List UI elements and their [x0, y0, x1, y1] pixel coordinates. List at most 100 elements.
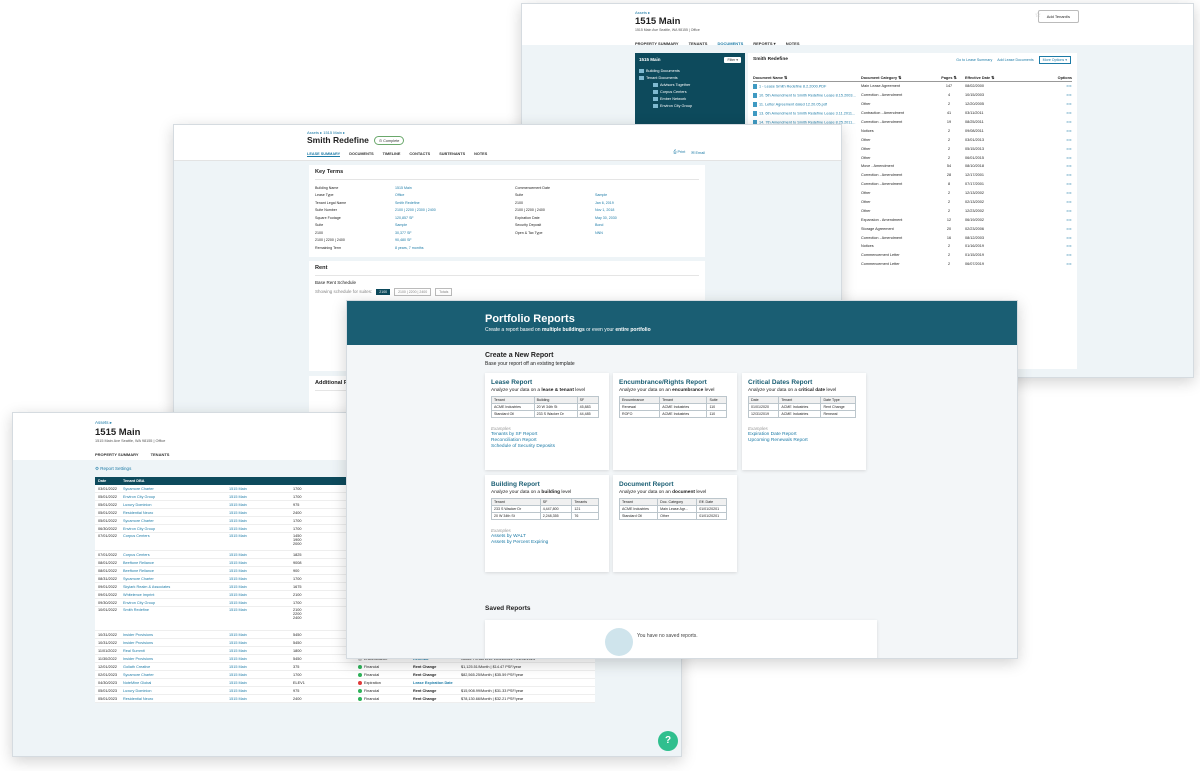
document-name-link[interactable]: 1 - Lease Smith Redefine 8.2.2000.PDF	[753, 83, 861, 89]
report-settings-link[interactable]: ⚙ Report Settings	[95, 466, 131, 472]
more-options-icon[interactable]: •••	[1037, 209, 1072, 213]
tab-timeline[interactable]: TIMELINE	[383, 152, 401, 157]
table-row[interactable]: 11. Letter Agreement dated 12.20.05.pdf O…	[753, 100, 1072, 109]
more-options-icon[interactable]: •••	[1037, 236, 1072, 240]
term-value[interactable]: 120,857 SF	[395, 216, 505, 220]
building-link[interactable]: 1515 Main	[229, 665, 293, 669]
tree-item[interactable]: Advisors Together	[653, 83, 741, 87]
breadcrumb[interactable]: Assets ▸	[95, 420, 112, 426]
tab-documents[interactable]: DOCUMENTS	[349, 152, 373, 157]
tenant-link[interactable]: NoteMine Global	[123, 681, 229, 685]
col-document-name[interactable]: Document Name ⇅	[753, 75, 861, 80]
document-name-link[interactable]: 11. Letter Agreement dated 12.20.05.pdf	[753, 101, 861, 107]
tenant-link[interactable]: Corpus Centers	[123, 534, 229, 538]
term-value[interactable]: May 30, 2030	[595, 216, 705, 220]
add-lease-documents-link[interactable]: Add Lease Documents	[997, 58, 1033, 62]
tenant-link[interactable]: Sycamore Charter	[123, 673, 229, 677]
tenant-link[interactable]: Residential Neuro	[123, 511, 229, 515]
more-options-icon[interactable]: •••	[1037, 173, 1072, 177]
building-link[interactable]: 1515 Main	[229, 527, 293, 531]
tree-item[interactable]: Corpus Centers	[653, 90, 741, 94]
tenant-link[interactable]: Beeftone Reliance	[123, 569, 229, 573]
term-value[interactable]: Nov 1, 2018	[595, 208, 705, 212]
more-options-icon[interactable]: •••	[1037, 93, 1072, 97]
more-options-icon[interactable]: •••	[1037, 164, 1072, 168]
term-value[interactable]: 90,480 SF	[395, 238, 505, 242]
example-report-link[interactable]: Assets by Percent Expiring	[491, 540, 603, 545]
col-tenant-dba[interactable]: Tenant DBA	[123, 479, 229, 483]
add-tenant-button[interactable]: Add Tenant/s	[1037, 10, 1079, 23]
tab-tenants[interactable]: TENANTS	[151, 452, 170, 457]
tenant-link[interactable]: Insider Provisions	[123, 641, 229, 645]
term-value[interactable]: Smith Redefine	[395, 201, 505, 205]
col-pages[interactable]: Pages ⇅	[933, 75, 965, 80]
tenant-link[interactable]: Goliath Creative	[123, 665, 229, 669]
building-link[interactable]: 1515 Main	[229, 633, 293, 637]
report-title[interactable]: Lease Report	[491, 379, 603, 386]
more-options-icon[interactable]: •••	[1037, 129, 1072, 133]
more-options-icon[interactable]: •••	[1037, 218, 1072, 222]
building-link[interactable]: 1515 Main	[229, 569, 293, 573]
term-value[interactable]: Sample	[395, 223, 505, 227]
term-value[interactable]: Jan 6, 2019	[595, 201, 705, 205]
report-card[interactable]: Document Report Analyze your data on an d…	[613, 475, 737, 572]
building-link[interactable]: 1515 Main	[229, 593, 293, 597]
report-card[interactable]: Encumbrance/Rights Report Analyze your da…	[613, 373, 737, 470]
more-options-icon[interactable]: •••	[1037, 253, 1072, 257]
term-value[interactable]: 30,377 SF	[395, 231, 505, 235]
tab-contacts[interactable]: CONTACTS	[409, 152, 430, 157]
tree-item[interactable]: Building Documents	[639, 69, 741, 73]
tenant-link[interactable]: Insider Provisions	[123, 633, 229, 637]
more-options-icon[interactable]: •••	[1037, 102, 1072, 106]
tab-property-summary[interactable]: PROPERTY SUMMARY	[95, 452, 139, 457]
building-link[interactable]: 1515 Main	[229, 495, 293, 499]
col-effective-date[interactable]: Effective Date ⇅	[965, 75, 1037, 80]
breadcrumb[interactable]: Assets ▸	[635, 10, 1193, 15]
more-options-icon[interactable]: •••	[1037, 191, 1072, 195]
tenant-link[interactable]: Environ City Group	[123, 601, 229, 605]
more-options-icon[interactable]: •••	[1037, 156, 1072, 160]
term-value[interactable]: 1515 Main	[395, 186, 505, 190]
report-card[interactable]: Building Report Analyze your data on a bu…	[485, 475, 609, 572]
tenant-link[interactable]: Whitelence Imprint	[123, 593, 229, 597]
tree-item[interactable]: Tenant Documents	[639, 76, 741, 80]
table-row[interactable]: 1 - Lease Smith Redefine 8.2.2000.PDF Mai…	[753, 82, 1072, 91]
tenant-link[interactable]: Insider Provisions	[123, 657, 229, 661]
more-options-icon[interactable]: •••	[1037, 84, 1072, 88]
more-options-icon[interactable]: •••	[1037, 262, 1072, 266]
tenant-link[interactable]: Smith Redefine	[123, 608, 229, 612]
tab-subtenants[interactable]: SUBTENANTS	[439, 152, 465, 157]
more-options-icon[interactable]: •••	[1037, 120, 1072, 124]
suite-button[interactable]: Totals	[435, 287, 453, 296]
table-row[interactable]: 10. 5th Amendment to Smith Redefine Leas…	[753, 91, 1072, 100]
tenant-link[interactable]: Skylark Realm & Associates	[123, 585, 229, 589]
report-title[interactable]: Critical Dates Report	[748, 379, 860, 386]
example-report-link[interactable]: Assets by WALT	[491, 534, 603, 539]
tenant-link[interactable]: Beeftone Reliance	[123, 561, 229, 565]
example-report-link[interactable]: Reconciliation Report	[491, 438, 603, 443]
building-link[interactable]: 1515 Main	[229, 585, 293, 589]
tenant-link[interactable]: Corpus Centers	[123, 553, 229, 557]
tenant-link[interactable]: Environ City Group	[123, 527, 229, 531]
building-link[interactable]: 1515 Main	[229, 601, 293, 605]
col-document-category[interactable]: Document Category ⇅	[861, 75, 933, 80]
more-options-icon[interactable]: •••	[1037, 111, 1072, 115]
tree-item[interactable]: Environ City Group	[653, 104, 741, 108]
building-link[interactable]: 1515 Main	[229, 561, 293, 565]
example-report-link[interactable]: Expiration Date Report	[748, 432, 860, 437]
tenant-link[interactable]: Sycamore Charter	[123, 519, 229, 523]
suite-button[interactable]: 2100	[376, 288, 391, 295]
table-row[interactable]: 13. 6th Amendment to Smith Redefine Leas…	[753, 109, 1072, 118]
building-link[interactable]: 1515 Main	[229, 519, 293, 523]
building-link[interactable]: 1515 Main	[229, 487, 293, 491]
more-options-icon[interactable]: •••	[1037, 200, 1072, 204]
building-link[interactable]: 1515 Main	[229, 608, 293, 612]
building-link[interactable]: 1515 Main	[229, 681, 293, 685]
term-value[interactable]: NNN	[595, 231, 705, 235]
building-link[interactable]: 1515 Main	[229, 577, 293, 581]
building-link[interactable]: 1515 Main	[229, 673, 293, 677]
report-card[interactable]: Critical Dates Report Analyze your data o…	[742, 373, 866, 470]
tenant-link[interactable]: Luxury Dominion	[123, 689, 229, 693]
building-link[interactable]: 1515 Main	[229, 534, 293, 538]
email-button[interactable]: ✉ Email	[691, 150, 705, 155]
